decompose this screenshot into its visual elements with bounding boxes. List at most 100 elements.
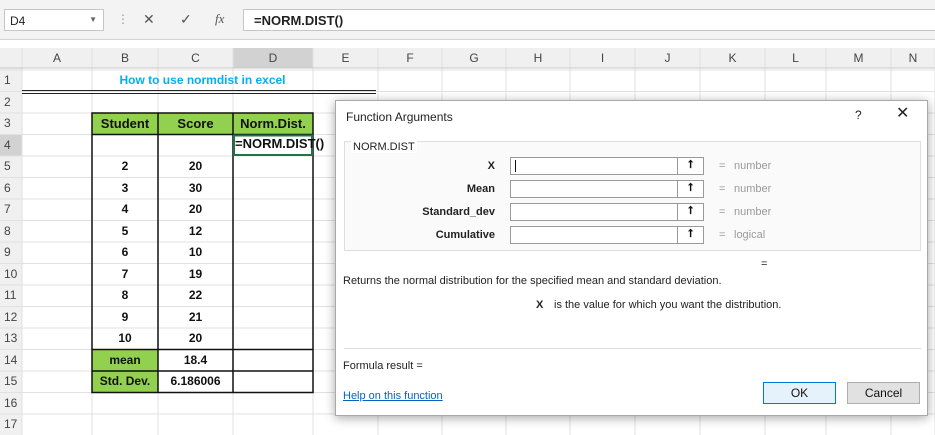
active-cell-d4[interactable]: =NORM.DIST(): [233, 136, 343, 151]
argument-type: logical: [734, 229, 766, 241]
argument-equals: =: [719, 229, 726, 241]
student-cell[interactable]: 5: [92, 224, 158, 238]
checkmark-icon[interactable]: ✓: [180, 11, 192, 27]
column-header-d[interactable]: D: [233, 48, 313, 68]
ok-button[interactable]: OK: [763, 382, 836, 404]
column-header-h[interactable]: H: [506, 48, 570, 68]
student-cell[interactable]: 8: [92, 288, 158, 302]
column-header-l[interactable]: L: [765, 48, 826, 68]
score-cell[interactable]: 20: [158, 331, 233, 345]
argument-equals: =: [719, 206, 726, 218]
score-cell[interactable]: 20: [158, 202, 233, 216]
formula-text: =NORM.DIST(): [254, 13, 344, 28]
row-header-16[interactable]: 16: [0, 396, 22, 410]
score-cell[interactable]: 10: [158, 245, 233, 259]
collapse-dialog-icon[interactable]: ⭡: [677, 226, 703, 244]
excel-window: D4 ▼ ⋮ ✕ ✓ fx =NORM.DIST() ABCDEFGHIJKLM…: [0, 0, 935, 435]
summary-value[interactable]: 18.4: [158, 353, 233, 367]
row-header-7[interactable]: 7: [0, 202, 22, 216]
argument-input-x[interactable]: [510, 157, 704, 175]
fx-icon[interactable]: fx: [215, 11, 224, 27]
summary-value[interactable]: 6.186006: [158, 374, 233, 388]
collapse-dialog-icon[interactable]: ⭡: [677, 157, 703, 175]
column-header-c[interactable]: C: [158, 48, 233, 68]
argument-equals: =: [719, 183, 726, 195]
help-icon[interactable]: ?: [855, 108, 862, 122]
student-cell[interactable]: 6: [92, 245, 158, 259]
divider: [344, 348, 921, 349]
column-header-n[interactable]: N: [891, 48, 935, 68]
sheet-title[interactable]: How to use normdist in excel: [92, 73, 313, 87]
dialog-title: Function Arguments: [346, 110, 453, 124]
row-header-5[interactable]: 5: [0, 159, 22, 173]
function-arguments-dialog: Function Arguments ? ✕ NORM.DIST X ⭡ = numb…: [335, 100, 928, 416]
name-box-value: D4: [10, 14, 26, 28]
column-header-e[interactable]: E: [313, 48, 378, 68]
row-header-14[interactable]: 14: [0, 353, 22, 367]
column-header-f[interactable]: F: [378, 48, 442, 68]
collapse-dialog-icon[interactable]: ⭡: [677, 180, 703, 198]
header-student[interactable]: Student: [92, 116, 158, 131]
column-header-i[interactable]: I: [570, 48, 635, 68]
row-header-13[interactable]: 13: [0, 331, 22, 345]
argument-label-mean: Mean: [466, 183, 495, 195]
cancel-x-icon[interactable]: ✕: [143, 11, 155, 27]
cancel-button[interactable]: Cancel: [847, 382, 920, 404]
result-equals: =: [761, 258, 768, 270]
summary-label[interactable]: Std. Dev.: [92, 374, 158, 388]
row-header-12[interactable]: 12: [0, 310, 22, 324]
column-header-b[interactable]: B: [92, 48, 158, 68]
score-cell[interactable]: 20: [158, 159, 233, 173]
score-cell[interactable]: 19: [158, 267, 233, 281]
argument-equals: =: [719, 160, 726, 172]
formula-input[interactable]: =NORM.DIST(): [243, 9, 935, 31]
student-cell[interactable]: 10: [92, 331, 158, 345]
column-header-m[interactable]: M: [826, 48, 891, 68]
grip-dots-icon: ⋮: [117, 12, 129, 26]
score-cell[interactable]: 21: [158, 310, 233, 324]
row-header-10[interactable]: 10: [0, 267, 22, 281]
name-box[interactable]: D4 ▼: [4, 9, 104, 31]
column-header-k[interactable]: K: [700, 48, 765, 68]
close-icon[interactable]: ✕: [896, 105, 909, 123]
score-cell[interactable]: 30: [158, 181, 233, 195]
student-cell[interactable]: 2: [92, 159, 158, 173]
argument-input-mean[interactable]: [510, 180, 704, 198]
row-header-8[interactable]: 8: [0, 224, 22, 238]
argument-description: is the value for which you want the dist…: [554, 299, 782, 311]
collapse-dialog-icon[interactable]: ⭡: [677, 203, 703, 221]
argument-label-x: X: [487, 160, 495, 172]
argument-label-standard_dev: Standard_dev: [422, 206, 495, 218]
row-header-17[interactable]: 17: [0, 417, 22, 431]
score-cell[interactable]: 22: [158, 288, 233, 302]
row-header-9[interactable]: 9: [0, 245, 22, 259]
column-header-a[interactable]: A: [22, 48, 92, 68]
column-header-j[interactable]: J: [635, 48, 700, 68]
row-header-1[interactable]: 1: [0, 73, 22, 87]
row-header-3[interactable]: 3: [0, 116, 22, 130]
text-cursor: [515, 160, 516, 172]
argument-type: number: [734, 206, 772, 218]
student-cell[interactable]: 3: [92, 181, 158, 195]
chevron-down-icon[interactable]: ▼: [89, 15, 97, 24]
student-cell[interactable]: 4: [92, 202, 158, 216]
column-header-g[interactable]: G: [442, 48, 506, 68]
argument-input-cumulative[interactable]: [510, 226, 704, 244]
summary-label[interactable]: mean: [92, 353, 158, 367]
header-norm-dist[interactable]: Norm.Dist.: [233, 116, 313, 131]
arguments-group: NORM.DIST X ⭡ = number Mean ⭡ = number Standard_…: [344, 141, 921, 251]
formula-result: Formula result =: [343, 360, 423, 372]
help-on-this-function-link[interactable]: Help on this function: [343, 390, 443, 402]
score-cell[interactable]: 12: [158, 224, 233, 238]
argument-type: number: [734, 160, 772, 172]
function-description: Returns the normal distribution for the …: [343, 275, 722, 287]
row-header-4[interactable]: 4: [0, 138, 22, 152]
row-header-2[interactable]: 2: [0, 95, 22, 109]
student-cell[interactable]: 9: [92, 310, 158, 324]
row-header-6[interactable]: 6: [0, 181, 22, 195]
row-header-15[interactable]: 15: [0, 374, 22, 388]
student-cell[interactable]: 7: [92, 267, 158, 281]
argument-input-standard_dev[interactable]: [510, 203, 704, 221]
row-header-11[interactable]: 11: [0, 288, 22, 302]
header-score[interactable]: Score: [158, 116, 233, 131]
